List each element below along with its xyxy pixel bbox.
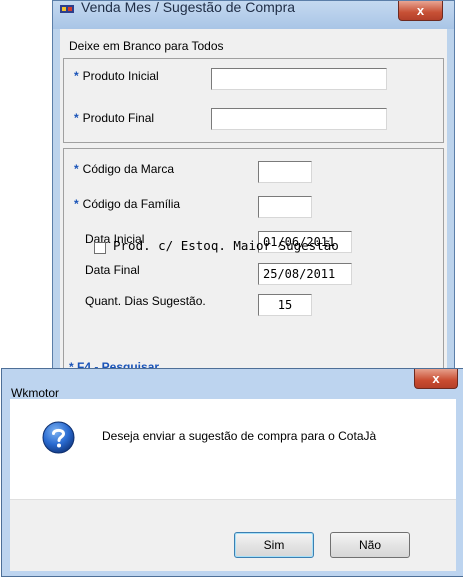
close-icon: x: [432, 371, 440, 386]
produto-inicial-input[interactable]: [211, 68, 387, 90]
quant-dias-input[interactable]: 15: [258, 294, 312, 316]
background-window: Venda Mes / Sugestão de Compra x Deixe e…: [52, 0, 455, 374]
dialog-titlebar[interactable]: Wkmotor x: [2, 369, 464, 400]
codigo-familia-label: * Código da Família: [74, 197, 181, 211]
blank-for-all-hint: Deixe em Branco para Todos: [69, 39, 224, 53]
background-window-title: Venda Mes / Sugestão de Compra: [81, 0, 296, 15]
produto-inicial-label: * Produto Inicial: [74, 69, 159, 83]
question-icon: [42, 421, 75, 454]
produto-final-label: * Produto Final: [74, 111, 155, 125]
dialog-footer: Sim Não: [10, 499, 456, 571]
dialog-message: Deseja enviar a sugestão de compra para …: [102, 429, 377, 443]
close-icon: x: [416, 3, 425, 18]
no-button[interactable]: Não: [330, 532, 410, 558]
maior-sugestao-label[interactable]: Prod. c/ Estoq. Maior Sugestão: [113, 238, 339, 253]
background-window-titlebar[interactable]: Venda Mes / Sugestão de Compra x: [53, 0, 454, 29]
background-window-client: Deixe em Branco para Todos * Produto Inic…: [60, 29, 447, 374]
codigo-familia-input[interactable]: [258, 196, 312, 218]
dialog-close-button[interactable]: x: [414, 369, 458, 389]
wkmotor-dialog: Wkmotor x Deseja enviar a sugestão de co…: [1, 368, 465, 577]
yes-button[interactable]: Sim: [234, 532, 314, 558]
codigo-marca-label: * Código da Marca: [74, 162, 175, 176]
screen-edge: [463, 368, 476, 578]
background-close-button[interactable]: x: [398, 1, 443, 21]
app-icon: [60, 5, 74, 13]
dialog-content: Deseja enviar a sugestão de compra para …: [10, 399, 456, 499]
data-final-input[interactable]: 25/08/2011: [258, 263, 352, 285]
filters-group: * Código da Marca * Código da Família Data…: [63, 148, 444, 370]
product-range-group: * Produto Inicial * Produto Final: [63, 58, 444, 143]
codigo-marca-input[interactable]: [258, 161, 312, 183]
maior-sugestao-checkbox[interactable]: [94, 242, 106, 254]
produto-final-input[interactable]: [211, 108, 387, 130]
dialog-title: Wkmotor: [11, 386, 59, 400]
quant-dias-label: Quant. Dias Sugestão.: [85, 294, 206, 308]
data-final-label: Data Final: [85, 263, 140, 277]
